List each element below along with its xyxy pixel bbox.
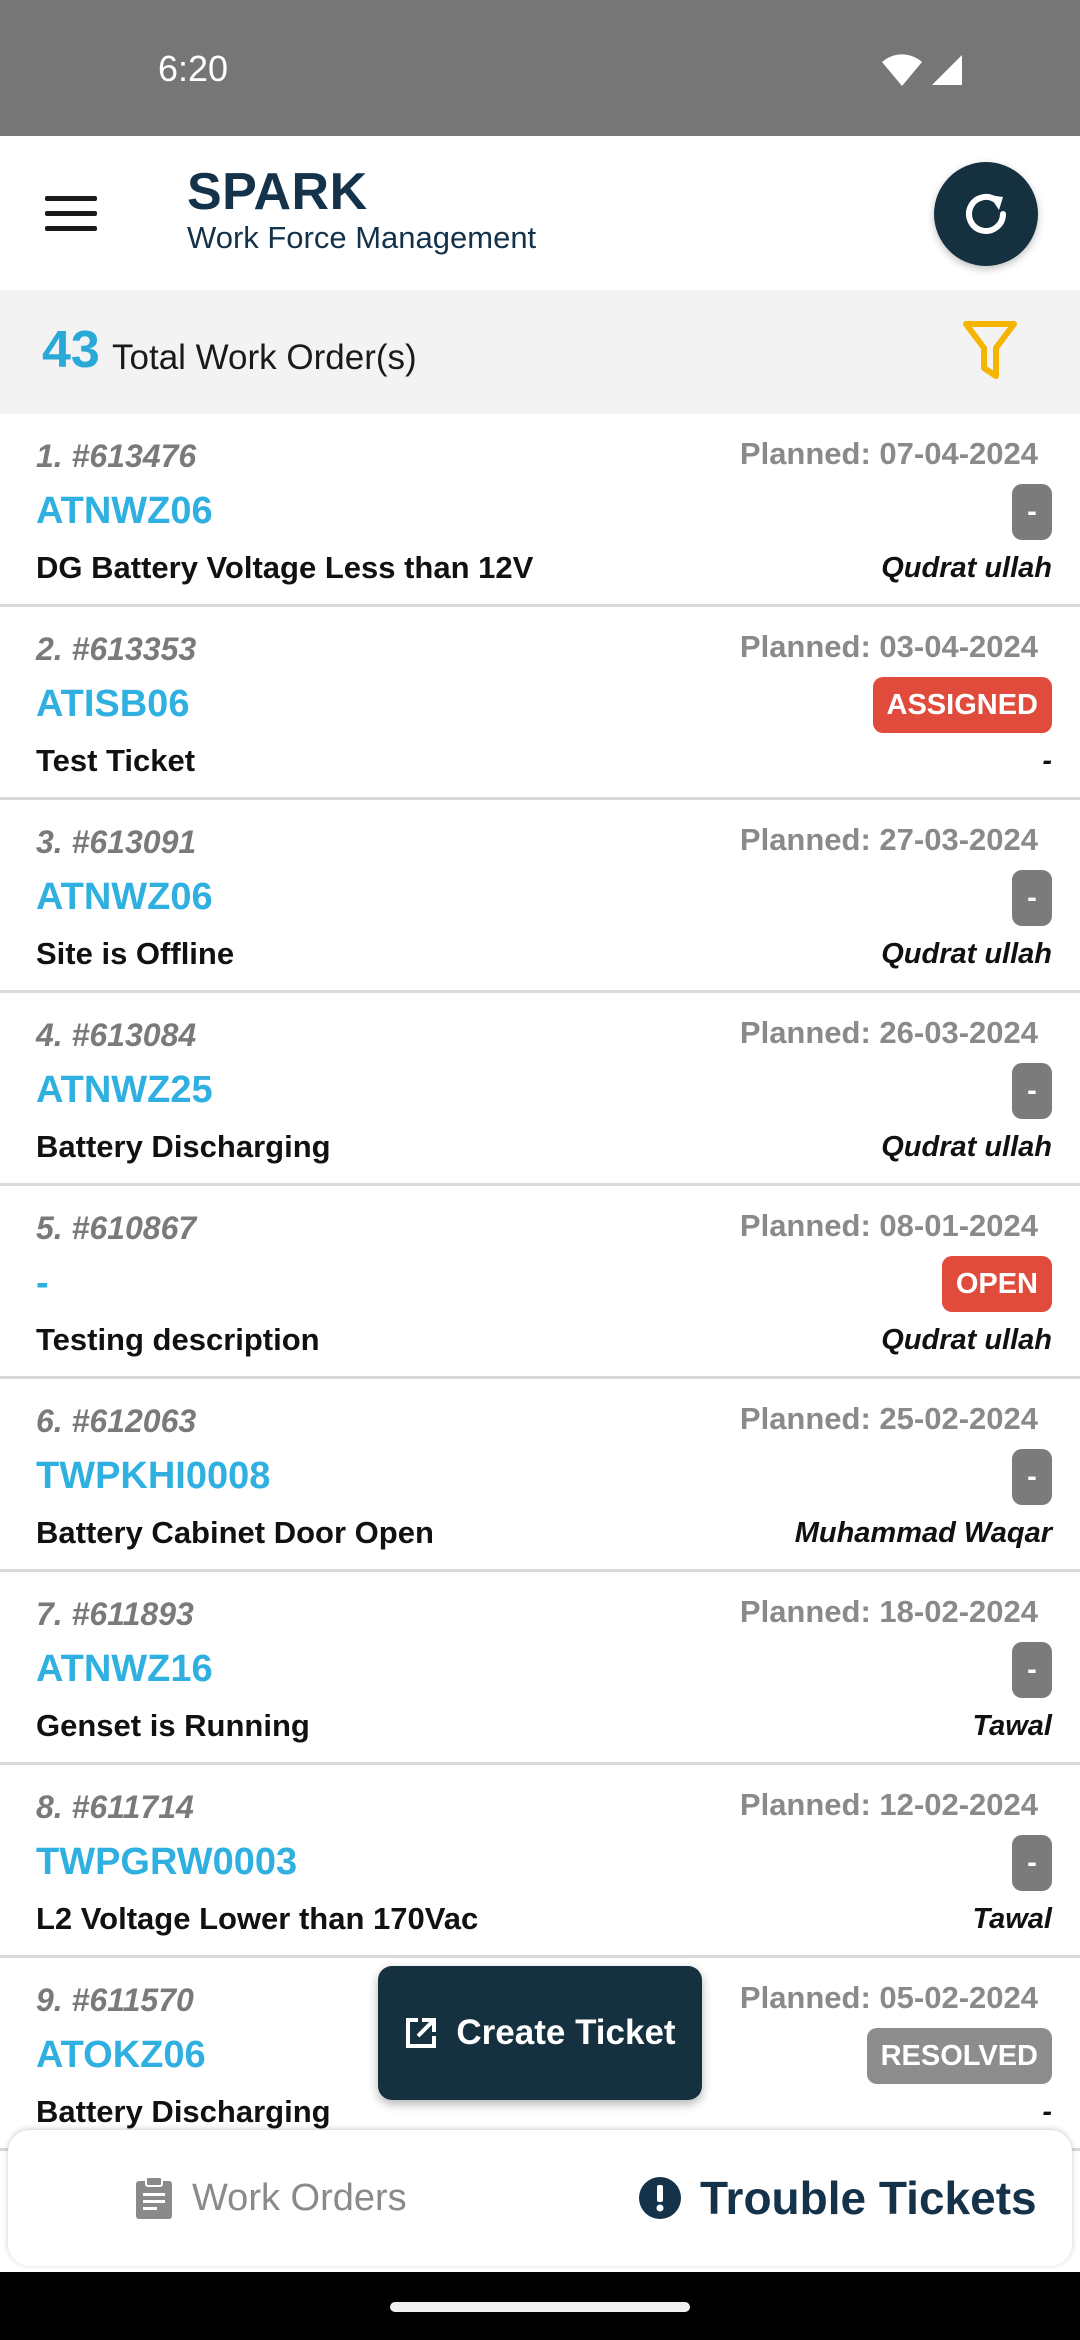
external-link-icon xyxy=(406,2018,437,2048)
work-order-number: 4. #613084 xyxy=(36,1017,197,1053)
alert-icon xyxy=(639,2177,681,2219)
assignee: Qudrat ullah xyxy=(881,1131,1052,1163)
status-badge: - xyxy=(1012,1835,1052,1891)
work-order-description: Test Ticket xyxy=(36,743,196,778)
work-order-number: 9. #611570 xyxy=(36,1982,194,2018)
status-icons xyxy=(880,52,964,88)
planned-date: Planned: 08-01-2024 xyxy=(739,1208,1038,1243)
tab-work-orders-label: Work Orders xyxy=(192,2176,407,2219)
site-code: ATNWZ16 xyxy=(36,1648,213,1690)
work-order-row[interactable]: 3. #613091 Planned: 27-03-2024 ATNWZ06 -… xyxy=(0,800,1080,993)
tab-work-orders[interactable]: Work Orders xyxy=(134,2130,407,2266)
create-ticket-label: Create Ticket xyxy=(456,2013,676,2052)
work-order-number: 3. #613091 xyxy=(36,824,197,860)
assignee: - xyxy=(1042,2096,1052,2128)
total-count: 43 xyxy=(42,321,100,379)
status-badge: - xyxy=(1012,1063,1052,1119)
planned-date: Planned: 25-02-2024 xyxy=(739,1401,1038,1436)
planned-date: Planned: 26-03-2024 xyxy=(739,1015,1038,1050)
status-badge: - xyxy=(1012,1642,1052,1698)
work-order-description: Testing description xyxy=(36,1322,320,1357)
work-order-row[interactable]: 2. #613353 Planned: 03-04-2024 ATISB06 A… xyxy=(0,607,1080,800)
home-gesture-handle[interactable] xyxy=(390,2302,690,2312)
work-order-row[interactable]: 5. #610867 Planned: 08-01-2024 - OPEN Te… xyxy=(0,1186,1080,1379)
summary-bar: 43 Total Work Order(s) xyxy=(0,290,1080,414)
work-order-description: Battery Discharging xyxy=(36,1129,331,1164)
filter-icon xyxy=(963,321,1017,379)
work-order-row[interactable]: 8. #611714 Planned: 12-02-2024 TWPGRW000… xyxy=(0,1765,1080,1958)
app-title: SPARK xyxy=(187,163,368,221)
work-order-number: 6. #612063 xyxy=(36,1403,197,1439)
work-order-number: 2. #613353 xyxy=(36,631,197,667)
system-navigation-bar xyxy=(0,2272,1080,2340)
tab-trouble-tickets-label: Trouble Tickets xyxy=(700,2172,1037,2224)
menu-icon-bar xyxy=(45,225,97,231)
planned-date: Planned: 12-02-2024 xyxy=(739,1787,1038,1822)
assignee: Qudrat ullah xyxy=(881,938,1052,970)
total-label: Total Work Order(s) xyxy=(112,338,417,377)
assignee: Tawal xyxy=(972,1903,1052,1935)
site-code: ATNWZ25 xyxy=(36,1069,213,1111)
app-subtitle: Work Force Management xyxy=(187,220,537,255)
signal-icon xyxy=(932,55,962,85)
work-order-description: Genset is Running xyxy=(36,1708,310,1743)
planned-date: Planned: 18-02-2024 xyxy=(739,1594,1038,1629)
brand: SPARK Work Force Management xyxy=(187,164,536,256)
status-badge: ASSIGNED xyxy=(872,677,1052,733)
status-time: 6:20 xyxy=(158,48,229,89)
tab-trouble-tickets[interactable]: Trouble Tickets xyxy=(638,2130,1037,2266)
work-order-row[interactable]: 6. #612063 Planned: 25-02-2024 TWPKHI000… xyxy=(0,1379,1080,1572)
work-order-row[interactable]: 4. #613084 Planned: 26-03-2024 ATNWZ25 -… xyxy=(0,993,1080,1186)
work-order-number: 7. #611893 xyxy=(36,1596,194,1632)
work-order-list: 1. #613476 Planned: 07-04-2024 ATNWZ06 -… xyxy=(0,414,1080,2151)
create-ticket-button[interactable]: Create Ticket xyxy=(378,1966,702,2100)
app-header: SPARK Work Force Management xyxy=(0,136,1080,290)
assignee: - xyxy=(1042,745,1052,777)
status-badge: RESOLVED xyxy=(866,2028,1052,2084)
site-code: ATNWZ06 xyxy=(36,490,213,532)
planned-date: Planned: 03-04-2024 xyxy=(739,629,1038,664)
bottom-navigation: Work Orders Trouble Tickets xyxy=(8,2130,1072,2266)
planned-date: Planned: 05-02-2024 xyxy=(739,1980,1038,2015)
clipboard-icon xyxy=(136,2176,172,2219)
menu-icon-bar xyxy=(45,210,97,216)
site-code: ATOKZ06 xyxy=(36,2034,206,2076)
assignee: Qudrat ullah xyxy=(881,1324,1052,1356)
status-bar: 6:20 xyxy=(0,0,1080,136)
work-order-number: 5. #610867 xyxy=(36,1210,197,1246)
planned-date: Planned: 27-03-2024 xyxy=(739,822,1038,857)
menu-icon-bar xyxy=(45,195,97,201)
wifi-icon xyxy=(882,54,922,86)
work-order-description: Site is Offline xyxy=(36,936,235,971)
status-badge: - xyxy=(1012,484,1052,540)
filter-button[interactable] xyxy=(962,320,1018,387)
status-badge: - xyxy=(1012,870,1052,926)
refresh-icon xyxy=(966,194,1006,234)
work-order-number: 1. #613476 xyxy=(36,438,197,474)
work-order-row[interactable]: 7. #611893 Planned: 18-02-2024 ATNWZ16 -… xyxy=(0,1572,1080,1765)
assignee: Muhammad Waqar xyxy=(794,1517,1052,1549)
assignee: Tawal xyxy=(972,1710,1052,1742)
refresh-button[interactable] xyxy=(934,162,1038,266)
work-order-description: Battery Discharging xyxy=(36,2094,331,2129)
planned-date: Planned: 07-04-2024 xyxy=(739,436,1038,471)
work-order-number: 8. #611714 xyxy=(36,1789,194,1825)
site-code: TWPKHI0008 xyxy=(36,1455,271,1497)
site-code: ATNWZ06 xyxy=(36,876,213,918)
status-badge: OPEN xyxy=(941,1256,1052,1312)
work-order-row[interactable]: 1. #613476 Planned: 07-04-2024 ATNWZ06 -… xyxy=(0,414,1080,607)
site-code: TWPGRW0003 xyxy=(36,1841,298,1883)
site-code: - xyxy=(36,1262,49,1304)
work-order-description: Battery Cabinet Door Open xyxy=(36,1515,434,1550)
site-code: ATISB06 xyxy=(36,683,190,725)
work-order-description: L2 Voltage Lower than 170Vac xyxy=(36,1901,479,1936)
status-badge: - xyxy=(1012,1449,1052,1505)
assignee: Qudrat ullah xyxy=(881,552,1052,584)
menu-button[interactable] xyxy=(36,186,106,240)
work-order-description: DG Battery Voltage Less than 12V xyxy=(36,550,534,585)
